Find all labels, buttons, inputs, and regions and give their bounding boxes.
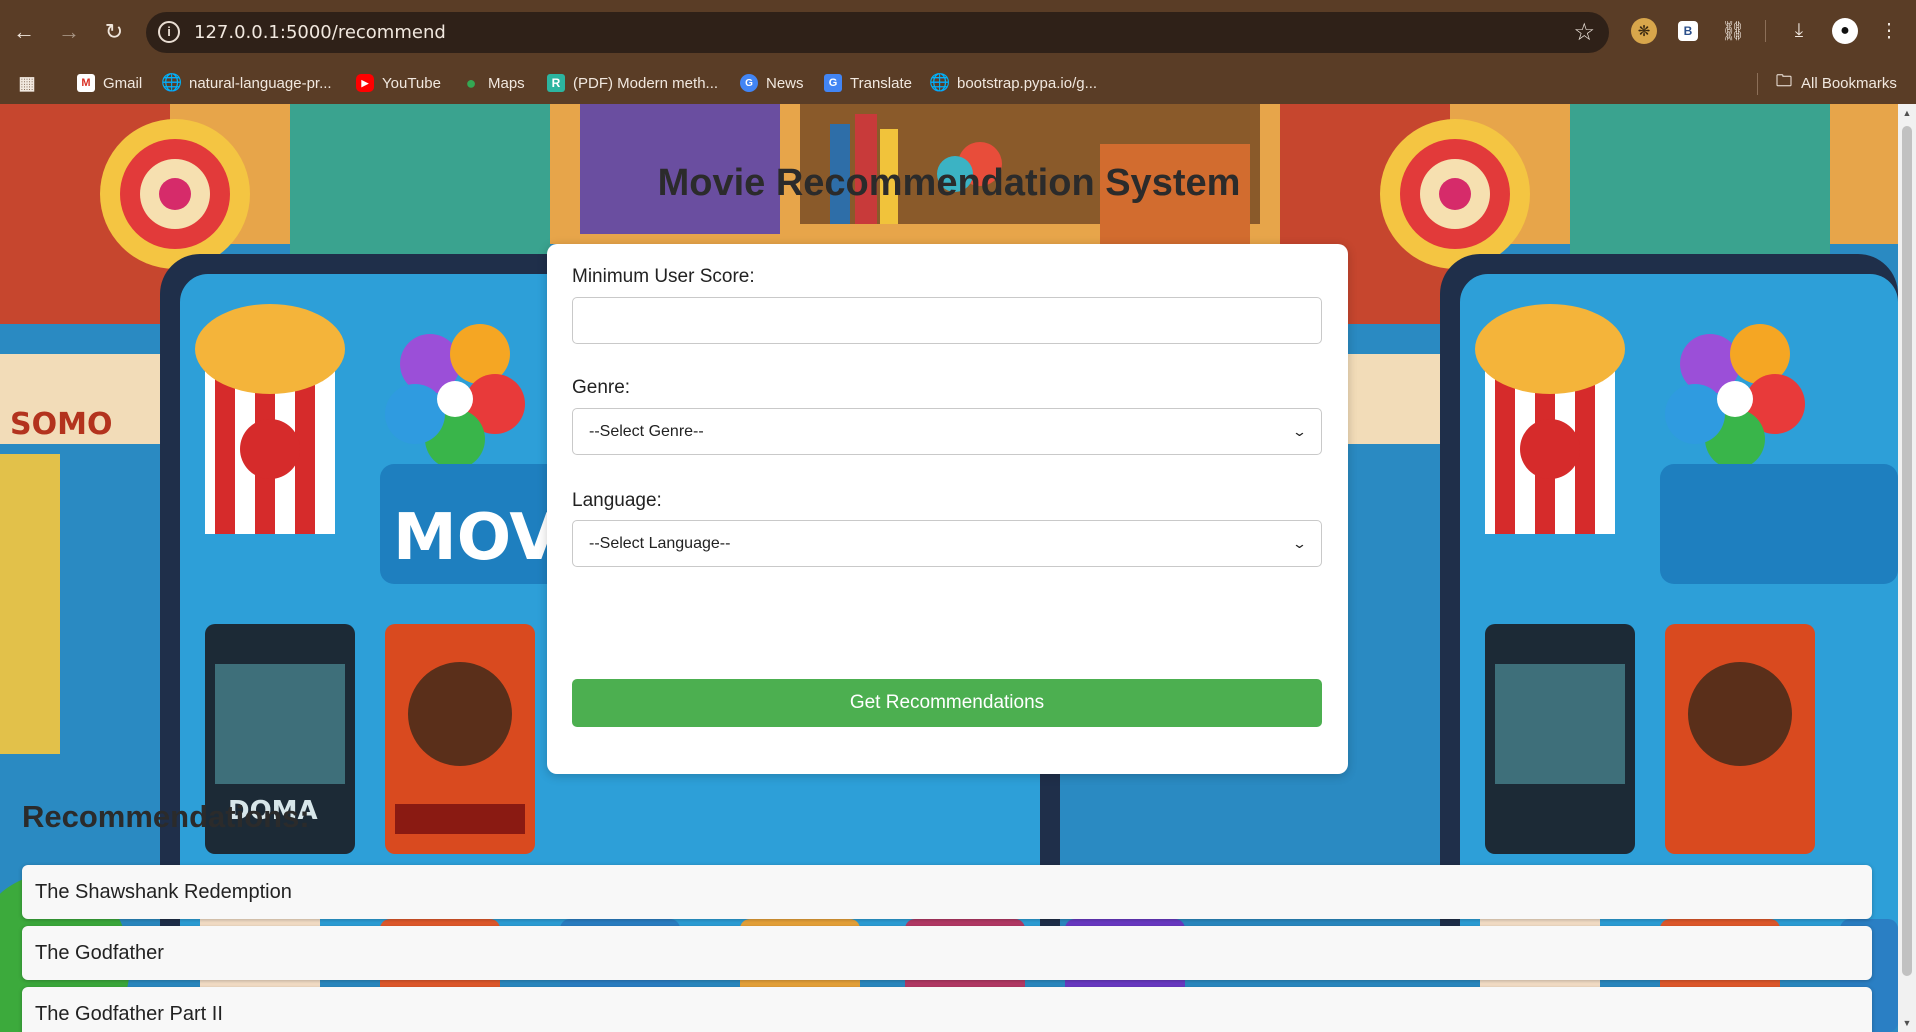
page-title: Movie Recommendation System (657, 162, 1241, 204)
list-item: The Shawshank Redemption (22, 865, 1872, 919)
bookmark-label: Translate (850, 74, 912, 92)
chevron-down-icon: ⌄ (1291, 535, 1308, 551)
bookmark-label: Gmail (103, 74, 143, 92)
url-text[interactable]: 127.0.0.1:5000/recommend (194, 22, 446, 43)
news-icon: G (740, 74, 758, 92)
scroll-down-icon[interactable]: ▼ (1902, 1018, 1912, 1028)
address-bar[interactable]: i 127.0.0.1:5000/recommend ☆ (146, 12, 1609, 53)
researchgate-icon: R (547, 74, 565, 92)
extensions-puzzle-icon[interactable]: ⛓ (1720, 18, 1746, 44)
genre-selected-value: --Select Genre-- (589, 422, 704, 440)
bookmark-bootstrap[interactable]: 🌐 bootstrap.pypa.io/g... (929, 72, 1098, 94)
bookmark-natural-language[interactable]: 🌐 natural-language-pr... (161, 72, 332, 94)
chevron-down-icon: ⌄ (1291, 423, 1308, 439)
svg-text:SOMO: SOMO (10, 407, 112, 442)
profile-avatar[interactable]: ● (1832, 18, 1858, 44)
extension-icon[interactable]: ❋ (1631, 18, 1657, 44)
bookmark-star-icon[interactable]: ☆ (1573, 18, 1595, 47)
bookmark-youtube[interactable]: ▶ YouTube (356, 72, 441, 94)
apps-grid-icon[interactable]: ▦ (18, 72, 44, 94)
recommendations-heading: Recommendations: (22, 799, 310, 834)
bookmark-label: Maps (488, 74, 525, 92)
translate-icon: G (824, 74, 842, 92)
bookmark-maps[interactable]: ● Maps (462, 72, 525, 94)
bookmark-label: YouTube (382, 74, 441, 92)
list-item: The Godfather (22, 926, 1872, 980)
bookmarks-bar: ▦ M Gmail 🌐 natural-language-pr... ▶ You… (0, 63, 1916, 104)
browser-toolbar: ← → ↻ i 127.0.0.1:5000/recommend ☆ ❋ B ⛓… (0, 0, 1916, 63)
min-score-input[interactable] (572, 297, 1322, 344)
scroll-up-icon[interactable]: ▲ (1902, 108, 1912, 118)
scrollbar-thumb[interactable] (1902, 126, 1912, 976)
browser-chrome: ← → ↻ i 127.0.0.1:5000/recommend ☆ ❋ B ⛓… (0, 0, 1916, 104)
all-bookmarks-button[interactable]: 🗀 All Bookmarks (1775, 72, 1897, 94)
genre-label: Genre: (572, 377, 631, 398)
score-label: Minimum User Score: (572, 266, 755, 287)
recommendation-form: Minimum User Score: Genre: --Select Genr… (547, 244, 1348, 774)
genre-select[interactable]: --Select Genre-- ⌄ (572, 408, 1322, 455)
bookmark-translate[interactable]: G Translate (824, 72, 912, 94)
language-label: Language: (572, 490, 662, 511)
reload-icon[interactable]: ↻ (98, 16, 130, 48)
bookmark-label: bootstrap.pypa.io/g... (957, 74, 1098, 92)
bookmark-pdf-modern[interactable]: R (PDF) Modern meth... (547, 72, 718, 94)
toolbar-divider (1765, 20, 1766, 42)
bookmark-label: natural-language-pr... (189, 74, 332, 92)
extension-b-icon[interactable]: B (1678, 21, 1698, 41)
maps-icon: ● (465, 72, 477, 93)
bookmark-label: (PDF) Modern meth... (573, 74, 719, 92)
bookmark-label: News (766, 74, 804, 92)
get-recommendations-button[interactable]: Get Recommendations (572, 679, 1322, 727)
forward-arrow-icon[interactable]: → (53, 16, 85, 48)
language-select[interactable]: --Select Language-- ⌄ (572, 520, 1322, 567)
list-item: The Godfather Part II (22, 987, 1872, 1032)
page-viewport: SOMO MOVIE DOMA ★★★★★ (0, 104, 1898, 1032)
youtube-icon: ▶ (356, 74, 374, 92)
menu-kebab-icon[interactable]: ⋮ (1876, 18, 1902, 44)
bookmark-gmail[interactable]: M Gmail (77, 72, 142, 94)
bookmarks-divider (1757, 73, 1758, 95)
back-arrow-icon[interactable]: ← (8, 16, 40, 48)
globe-icon: 🌐 (929, 73, 951, 92)
language-selected-value: --Select Language-- (589, 534, 731, 552)
gmail-icon: M (77, 74, 95, 92)
site-info-icon[interactable]: i (158, 21, 180, 43)
vertical-scrollbar[interactable]: ▲ ▼ (1898, 104, 1916, 1032)
globe-icon: 🌐 (161, 73, 183, 92)
all-bookmarks-label: All Bookmarks (1801, 74, 1897, 92)
download-icon[interactable]: ⤓ (1786, 18, 1812, 44)
folder-icon: 🗀 (1775, 72, 1792, 90)
bookmark-news[interactable]: G News (740, 72, 804, 94)
